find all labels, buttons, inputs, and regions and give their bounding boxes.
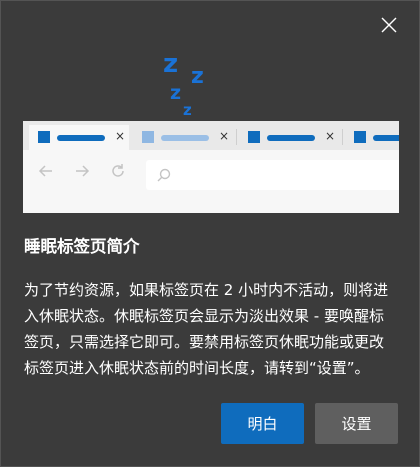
mock-tab: ×: [239, 125, 339, 150]
got-it-button[interactable]: 明白: [221, 403, 304, 444]
mock-toolbar: [23, 150, 399, 213]
refresh-icon: [109, 162, 127, 184]
tab-favicon-icon: [354, 131, 366, 143]
mock-tab-active: ×: [29, 125, 129, 150]
mock-address-bar: [146, 160, 399, 190]
mock-tab-bar: × × ×: [23, 121, 399, 150]
sleep-letter: z: [170, 82, 182, 104]
mock-tab-sleeping: ×: [133, 125, 233, 150]
tab-close-icon: ×: [325, 129, 336, 143]
sleeping-tabs-illustration: z z z z × × ×: [23, 45, 399, 215]
back-arrow-icon: [37, 162, 55, 184]
tab-title-placeholder: [161, 135, 209, 141]
tab-separator: [236, 129, 237, 145]
tab-close-icon: ×: [219, 129, 230, 143]
tab-favicon-icon: [38, 131, 50, 143]
forward-arrow-icon: [73, 162, 91, 184]
dialog-body-text: 为了节约资源，如果标签页在 2 小时内不活动，则将进入休眠状态。休眠标签页会显示…: [24, 281, 389, 377]
tab-title-placeholder: [57, 135, 105, 141]
search-icon: [156, 167, 172, 187]
dialog-title: 睡眠标签页简介: [24, 237, 140, 256]
sleep-letter: z: [163, 49, 179, 79]
tab-favicon-icon: [142, 131, 154, 143]
tab-close-icon: ×: [115, 129, 126, 143]
mock-tab: [345, 125, 399, 150]
settings-button[interactable]: 设置: [315, 403, 398, 444]
sleep-letter: z: [183, 101, 192, 119]
tab-separator: [342, 129, 343, 145]
tab-favicon-icon: [248, 131, 260, 143]
sleeping-tabs-dialog: z z z z × × × 睡眠标签页简介 为了节约资源，如果标签页在 2 小时…: [0, 0, 420, 467]
sleep-letter: z: [191, 64, 204, 89]
close-icon[interactable]: [377, 13, 401, 37]
browser-mockup: × × ×: [23, 121, 399, 213]
tab-title-placeholder: [267, 135, 315, 141]
tab-title-placeholder: [373, 135, 399, 141]
